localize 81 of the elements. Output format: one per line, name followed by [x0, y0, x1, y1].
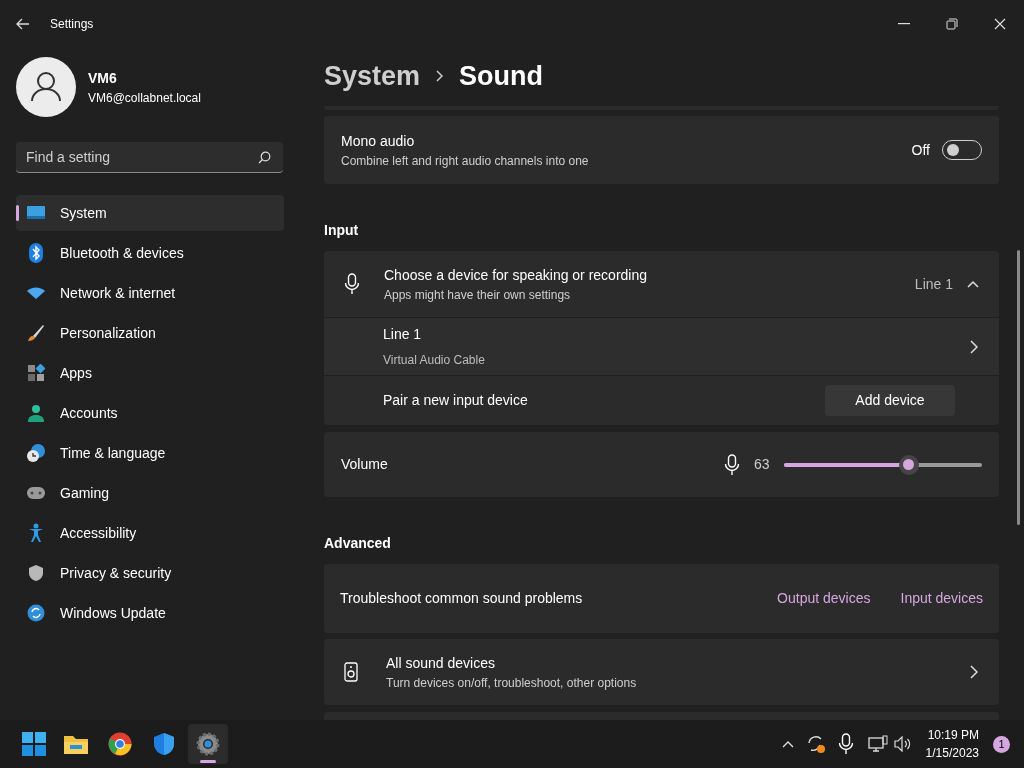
- setting-title: Volume: [341, 455, 388, 474]
- breadcrumb-parent[interactable]: System: [324, 55, 421, 97]
- minimize-icon[interactable]: [898, 23, 910, 25]
- sync-icon[interactable]: [805, 734, 826, 754]
- setting-title: Pair a new input device: [383, 391, 528, 410]
- sidebar-item[interactable]: Privacy & security: [16, 555, 284, 591]
- microphone-icon: [344, 273, 360, 295]
- shield-icon[interactable]: [153, 732, 175, 756]
- browser-icon[interactable]: [108, 732, 132, 756]
- close-icon[interactable]: [994, 18, 1006, 30]
- device-name: Line 1: [383, 325, 423, 344]
- device-row[interactable]: Line 1 Virtual Audio Cable: [324, 318, 999, 375]
- monitor-icon: [26, 205, 46, 221]
- shield-icon: [28, 564, 44, 582]
- back-icon[interactable]: [16, 18, 30, 30]
- sidebar-item[interactable]: Network & internet: [16, 275, 284, 311]
- bluetooth-icon: [29, 243, 43, 263]
- expander-header[interactable]: Choose a device for speaking or recording Apps might have their own settings Line 1: [324, 251, 999, 317]
- network-icon[interactable]: [867, 735, 888, 753]
- add-device-button[interactable]: Add device: [825, 385, 955, 416]
- gear-icon: [196, 732, 220, 756]
- slider-thumb[interactable]: [898, 454, 919, 475]
- user-name: VM6: [88, 68, 118, 88]
- chevron-right-icon: [436, 70, 444, 82]
- toggle-state: Off: [911, 140, 930, 160]
- setting-title: Mono audio: [341, 131, 416, 151]
- setting-description: Combine left and right audio channels into one: [341, 152, 589, 170]
- sidebar-item[interactable]: System: [16, 195, 284, 231]
- sidebar-item[interactable]: Accessibility: [16, 515, 284, 551]
- chevron-right-icon[interactable]: [970, 665, 978, 679]
- scrollbar[interactable]: [1017, 250, 1020, 525]
- accessibility-icon: [28, 523, 44, 543]
- selected-device: Line 1: [914, 274, 953, 294]
- chevron-right-icon[interactable]: [970, 339, 978, 354]
- search-field[interactable]: Find a setting: [16, 142, 283, 173]
- volume-reading: 63: [754, 455, 771, 474]
- microphone-icon: [724, 453, 740, 476]
- section-heading: Advanced: [324, 534, 392, 553]
- folder-icon[interactable]: [63, 733, 89, 755]
- sidebar-item[interactable]: Personalization: [16, 315, 284, 351]
- speaker-icon: [344, 662, 358, 682]
- setting-title: Choose a device for speaking or recording: [384, 265, 648, 285]
- user-email: VM6@collabnet.local: [88, 89, 201, 107]
- sidebar-item[interactable]: Gaming: [16, 475, 284, 511]
- apps-icon: [27, 364, 45, 382]
- sidebar-item[interactable]: Time & language: [16, 435, 284, 471]
- taskbar-app-active[interactable]: [188, 724, 228, 764]
- notification-badge[interactable]: 1: [993, 735, 1010, 753]
- sidebar-item[interactable]: Accounts: [16, 395, 284, 431]
- search-icon[interactable]: [258, 151, 271, 164]
- chevron-up-icon[interactable]: [967, 280, 979, 288]
- person-icon: [27, 404, 45, 422]
- volume-slider[interactable]: [784, 454, 982, 475]
- settings-card[interactable]: All sound devices Turn devices on/off, troubleshoot, other options: [324, 639, 999, 705]
- troubleshoot-link[interactable]: Output devices: [777, 588, 871, 609]
- setting-description: Turn devices on/off, troubleshoot, other options: [386, 674, 637, 692]
- sidebar-item[interactable]: Windows Update: [16, 595, 284, 631]
- setting-title: Troubleshoot common sound problems: [340, 589, 583, 608]
- microphone-icon: [837, 733, 854, 755]
- page-title: Sound: [459, 59, 544, 93]
- windows-logo-icon[interactable]: [22, 732, 46, 756]
- brush-icon: [27, 324, 45, 342]
- update-icon: [27, 604, 45, 622]
- device-description: Virtual Audio Cable: [383, 352, 485, 369]
- sidebar-item[interactable]: Apps: [16, 355, 284, 391]
- clock-time[interactable]: 10:19 PM: [927, 726, 979, 744]
- selection-indicator: [16, 205, 19, 221]
- sidebar-item[interactable]: Bluetooth & devices: [16, 235, 284, 271]
- gamepad-icon: [26, 486, 46, 500]
- setting-title: All sound devices: [386, 653, 496, 673]
- section-heading: Input: [324, 221, 360, 240]
- clock-date[interactable]: 1/15/2023: [925, 744, 979, 762]
- chevron-up-icon[interactable]: [781, 740, 794, 748]
- globe-clock-icon: [26, 443, 46, 463]
- wifi-icon: [26, 286, 46, 300]
- window-title: Settings: [50, 16, 94, 33]
- troubleshoot-link[interactable]: Input devices: [900, 588, 983, 609]
- restore-icon[interactable]: [946, 18, 958, 30]
- volume-icon[interactable]: [893, 736, 912, 752]
- setting-description: Apps might have their own settings: [384, 286, 572, 304]
- avatar-icon: [16, 57, 76, 117]
